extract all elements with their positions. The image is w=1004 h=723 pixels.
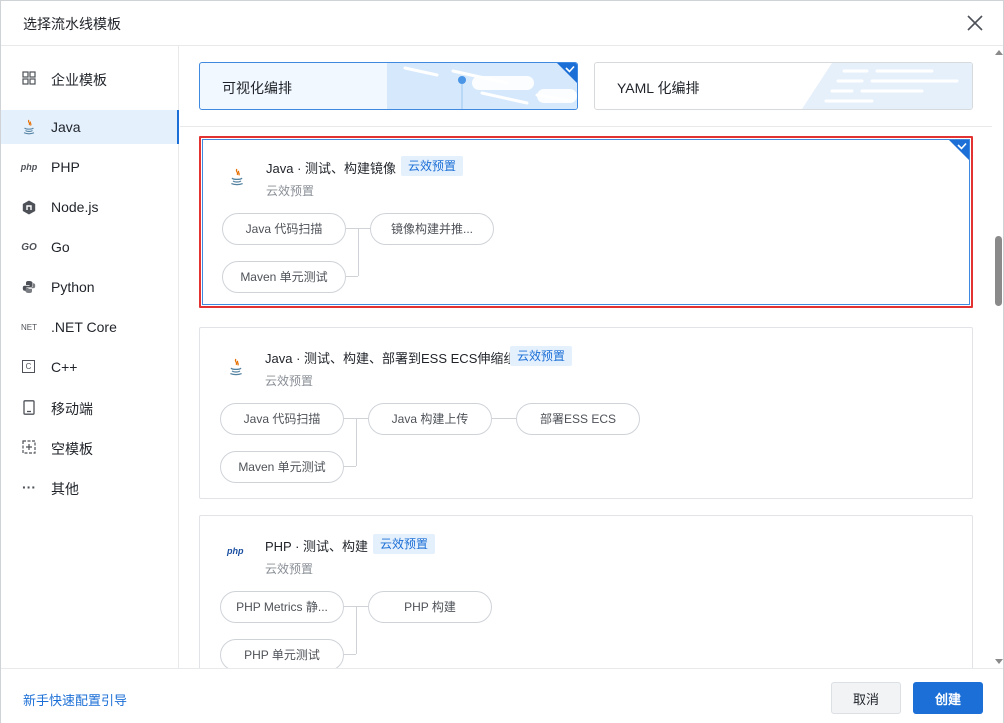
template-card-java-build-image[interactable]: Java · 测试、构建镜像 云效预置 云效预置 Java 代码扫描 Maven… — [199, 136, 973, 308]
preset-badge: 云效预置 — [401, 156, 464, 176]
template-subtitle: 云效预置 — [265, 562, 314, 576]
grid-icon — [21, 70, 37, 86]
stage-node: Java 代码扫描 — [222, 213, 346, 245]
selected-check-icon — [949, 140, 969, 160]
scroll-thumb[interactable] — [995, 236, 1002, 306]
mode-yaml-card[interactable]: YAML 化编排 — [594, 62, 973, 110]
sidebar-item-label: Go — [51, 239, 70, 255]
sidebar-item-label: PHP — [51, 159, 80, 175]
visual-mode-illustration — [387, 63, 577, 109]
dialog-footer: 新手快速配置引导 取消 创建 — [1, 668, 1003, 723]
sidebar-item-python[interactable]: Python — [1, 270, 178, 304]
sidebar-item-label: Java — [51, 119, 81, 135]
sidebar-item-dotnet[interactable]: NET .NET Core — [1, 310, 178, 344]
selected-check-icon — [557, 63, 577, 83]
sidebar-item-label: 其他 — [51, 481, 79, 497]
java-icon — [21, 119, 37, 135]
nodejs-icon — [21, 199, 37, 215]
stage-node: Maven 单元测试 — [220, 451, 344, 483]
sidebar-item-java[interactable]: Java — [1, 110, 179, 144]
sidebar-item-label: C++ — [51, 359, 78, 375]
stage-node: Java 代码扫描 — [220, 403, 344, 435]
template-subtitle: 云效预置 — [265, 374, 314, 388]
template-subtitle: 云效预置 — [266, 184, 315, 198]
category-sidebar: 企业模板 Java php PHP Node.js GO Go Python N… — [1, 46, 179, 668]
mode-yaml-label: YAML 化编排 — [617, 80, 700, 96]
sidebar-item-go[interactable]: GO Go — [1, 230, 178, 264]
pipeline-template-dialog: 选择流水线模板 企业模板 Java php PHP Node.js GO Go … — [0, 0, 1004, 723]
vertical-scrollbar[interactable] — [992, 46, 1004, 668]
more-icon: ··· — [22, 479, 36, 495]
sidebar-item-other[interactable]: ··· 其他 — [1, 470, 178, 504]
close-button[interactable] — [963, 11, 987, 35]
sidebar-item-mobile[interactable]: 移动端 — [1, 390, 178, 424]
sidebar-item-label: 空模板 — [51, 441, 93, 457]
php-icon: php — [227, 546, 244, 556]
scroll-down-arrow-icon[interactable] — [995, 659, 1003, 664]
close-icon — [967, 15, 983, 31]
template-card-java-deploy-ess[interactable]: Java · 测试、构建、部署到ESS ECS伸缩组 云效预置 云效预置 Jav… — [199, 327, 973, 499]
php-icon: php — [20, 162, 38, 172]
create-button[interactable]: 创建 — [913, 682, 983, 714]
stage-node: Maven 单元测试 — [222, 261, 346, 293]
stage-node: 部署ESS ECS — [516, 403, 640, 435]
java-icon — [231, 168, 243, 186]
sidebar-item-label: 移动端 — [51, 401, 93, 417]
template-title: Java · 测试、构建、部署到ESS ECS伸缩组 — [265, 351, 517, 366]
section-divider — [180, 126, 992, 127]
dialog-title: 选择流水线模板 — [23, 16, 121, 32]
stage-node: Java 构建上传 — [368, 403, 492, 435]
mode-visual-card[interactable]: 可视化编排 — [199, 62, 578, 110]
preset-badge: 云效预置 — [373, 534, 436, 554]
template-title: PHP · 测试、构建 — [265, 539, 369, 554]
preset-badge: 云效预置 — [510, 346, 573, 366]
java-icon — [230, 358, 242, 376]
stage-node: 镜像构建并推... — [370, 213, 494, 245]
cancel-button[interactable]: 取消 — [831, 682, 901, 714]
quick-setup-guide-link[interactable]: 新手快速配置引导 — [23, 690, 127, 709]
sidebar-item-label: 企业模板 — [51, 72, 107, 88]
dotnet-icon: NET — [21, 322, 37, 332]
sidebar-item-label: .NET Core — [51, 319, 117, 335]
python-icon — [21, 279, 37, 295]
stage-node: PHP Metrics 静... — [220, 591, 344, 623]
scroll-up-arrow-icon[interactable] — [995, 50, 1003, 55]
mode-visual-label: 可视化编排 — [222, 80, 292, 96]
stage-node: PHP 单元测试 — [220, 639, 344, 668]
stage-node: PHP 构建 — [368, 591, 492, 623]
sidebar-item-label: Node.js — [51, 199, 99, 215]
template-title: Java · 测试、构建镜像 — [266, 161, 397, 176]
sidebar-item-cpp[interactable]: C C++ — [1, 350, 178, 384]
sidebar-item-nodejs[interactable]: Node.js — [1, 190, 178, 224]
yaml-mode-illustration — [802, 63, 972, 109]
go-icon: GO — [21, 241, 37, 253]
sidebar-item-enterprise[interactable]: 企业模板 — [1, 61, 178, 95]
mobile-icon — [21, 399, 37, 415]
template-card-php-build[interactable]: php PHP · 测试、构建 云效预置 云效预置 PHP Metrics 静.… — [199, 515, 973, 668]
sidebar-item-php[interactable]: php PHP — [1, 150, 178, 184]
cpp-icon: C — [22, 360, 35, 373]
sidebar-item-empty-template[interactable]: 空模板 — [1, 430, 178, 464]
empty-template-icon — [21, 439, 37, 455]
template-list-panel: 可视化编排 YAML 化编排 Java · 测试、构建镜像 云效预置 云效预置 … — [180, 46, 992, 668]
dialog-header: 选择流水线模板 — [1, 1, 1003, 46]
sidebar-item-label: Python — [51, 279, 95, 295]
